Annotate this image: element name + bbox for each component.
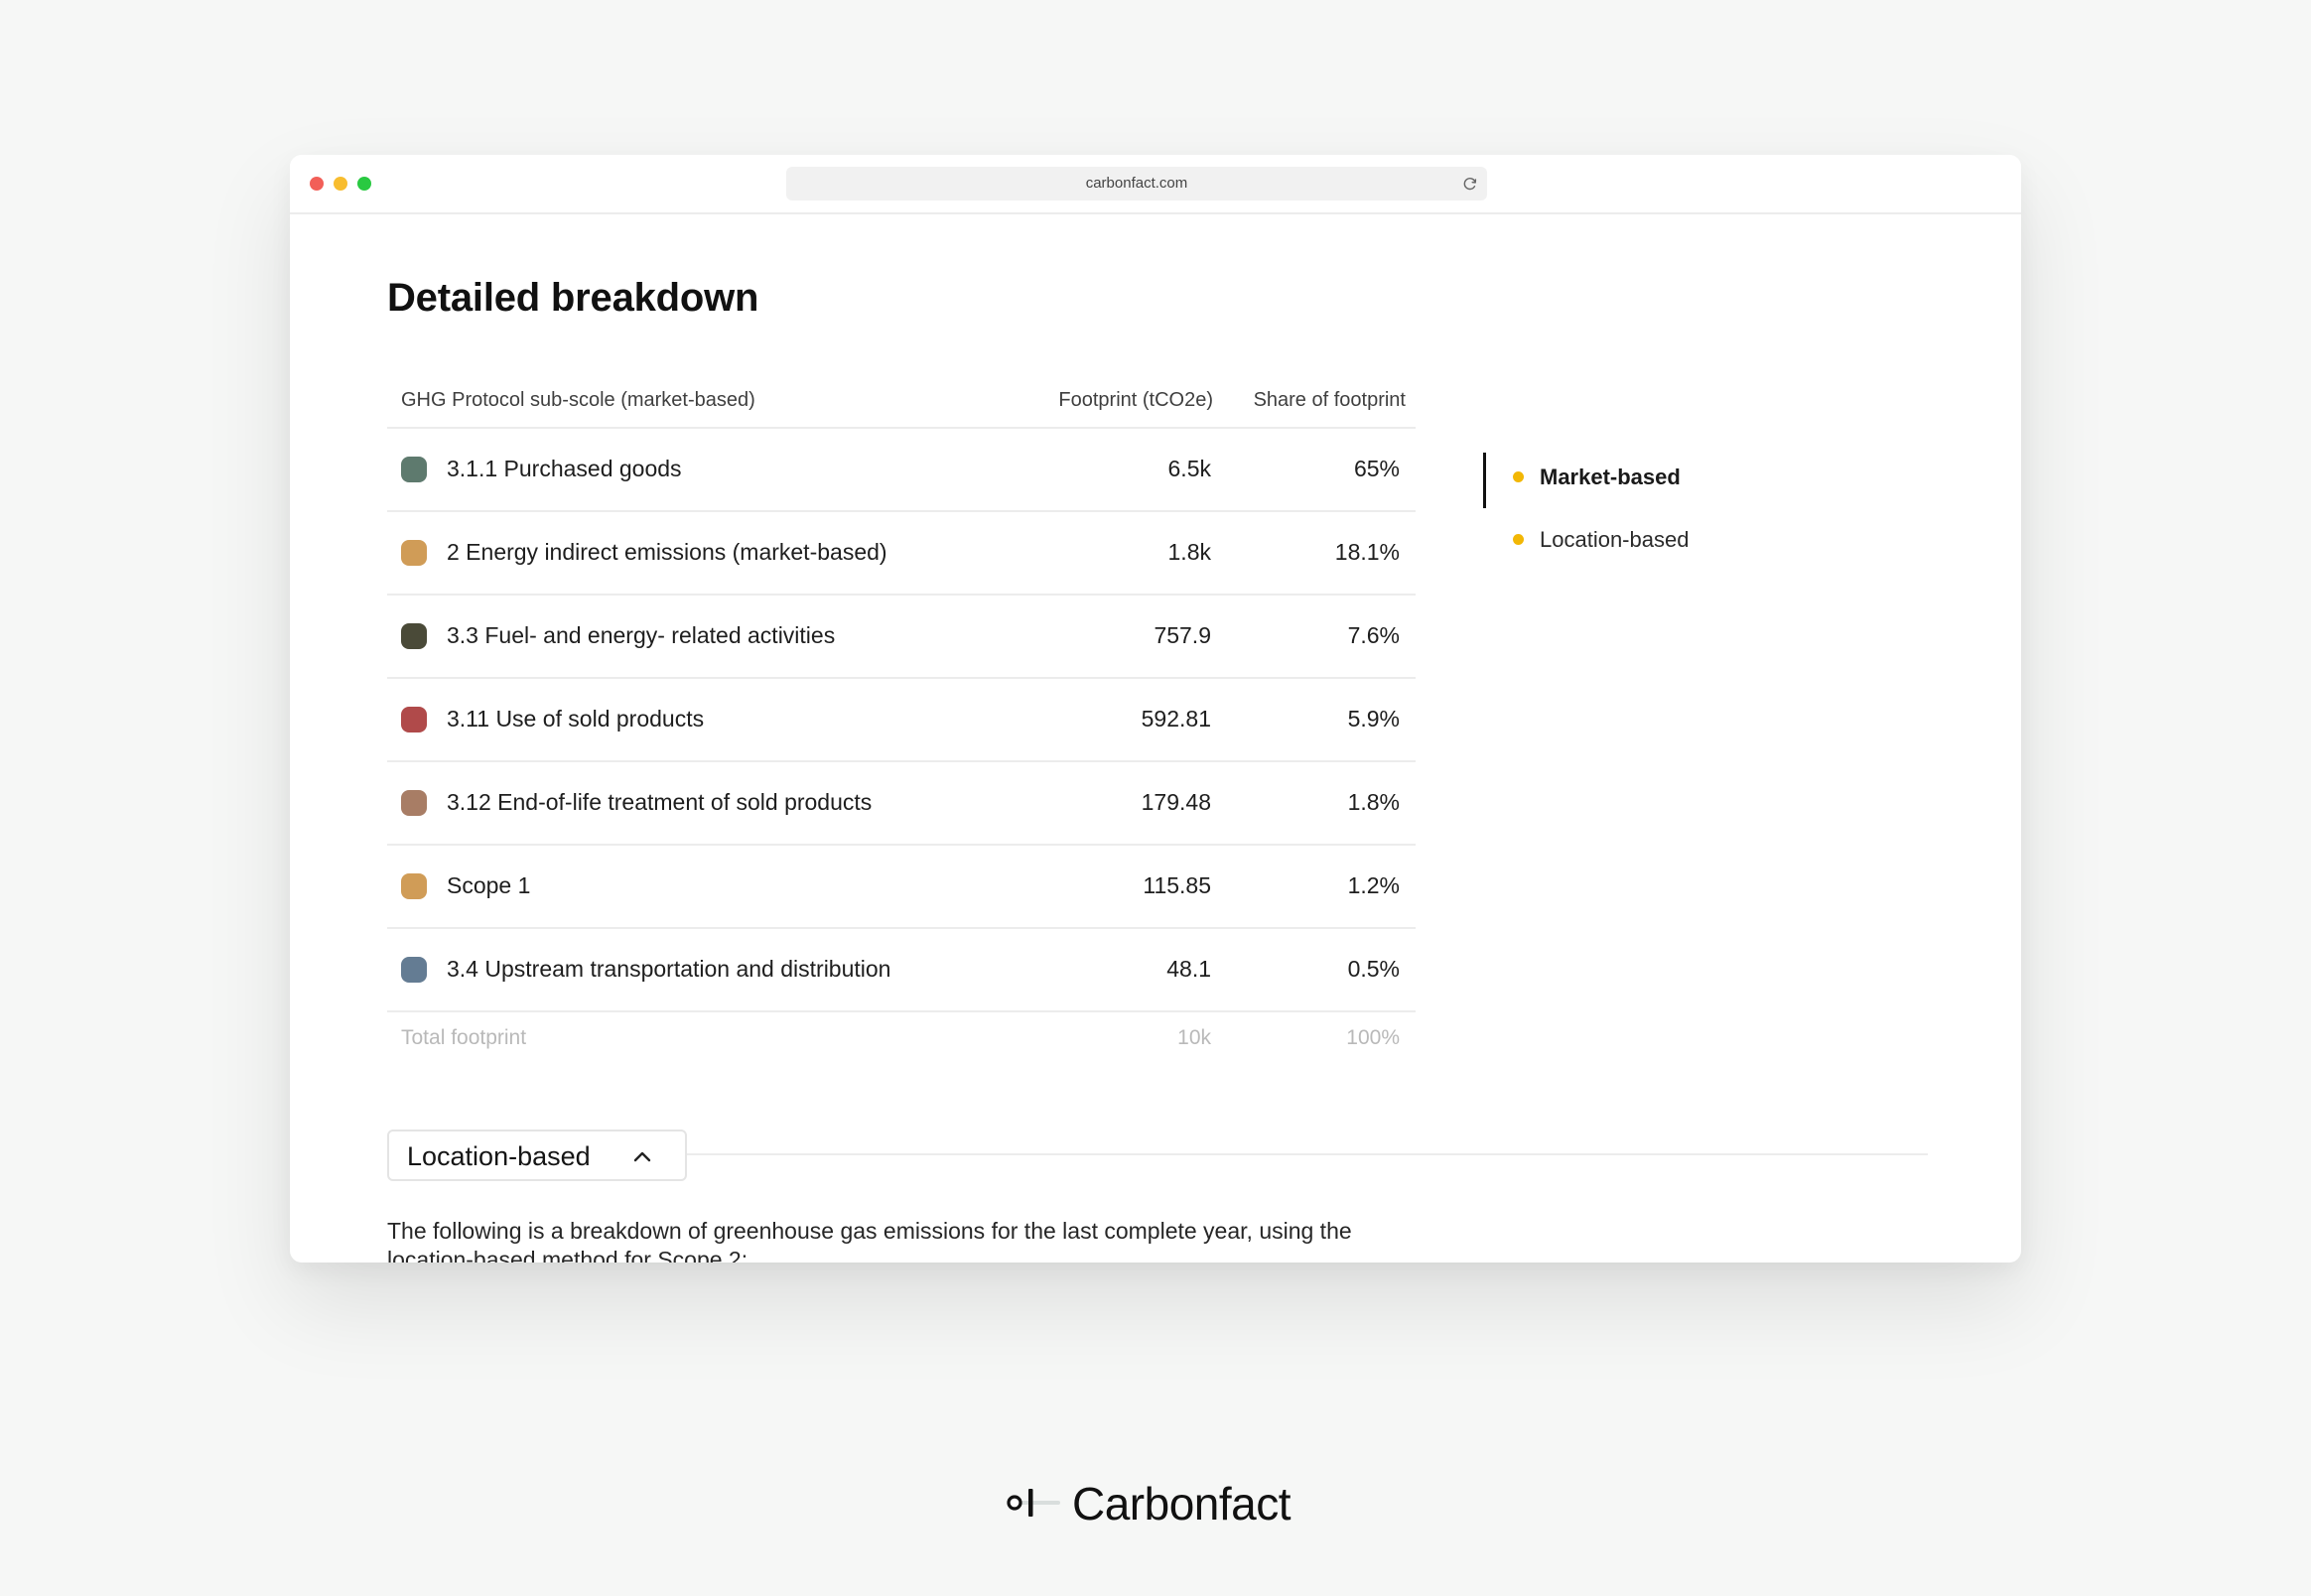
- category-color-swatch: [401, 790, 427, 816]
- total-footprint: 10k: [1177, 1026, 1211, 1049]
- browser-titlebar: carbonfact.com: [290, 155, 2021, 214]
- row-footprint-value: 1.8k: [1167, 539, 1211, 565]
- row-share-value: 1.8%: [1347, 789, 1400, 815]
- table-row[interactable]: Scope 1 115.85 1.2%: [387, 846, 1416, 929]
- active-indicator: [1483, 453, 1486, 508]
- browser-window: carbonfact.com Detailed breakdown GHG Pr…: [290, 155, 2021, 1263]
- reload-icon[interactable]: [1461, 175, 1479, 193]
- row-subscope-name: 3.12 End-of-life treatment of sold produ…: [447, 789, 873, 815]
- table-row[interactable]: 3.11 Use of sold products 592.81 5.9%: [387, 679, 1416, 762]
- table-total-row: Total footprint 10k 100%: [387, 1012, 1416, 1070]
- minimize-window-button[interactable]: [334, 177, 347, 191]
- row-subscope-name: 2 Energy indirect emissions (market-base…: [447, 539, 887, 565]
- table-row[interactable]: 3.4 Upstream transportation and distribu…: [387, 929, 1416, 1012]
- column-header-subscope: GHG Protocol sub-scole (market-based): [401, 389, 755, 411]
- row-share-value: 18.1%: [1334, 539, 1400, 565]
- table-header: GHG Protocol sub-scole (market-based) Fo…: [387, 369, 1416, 429]
- category-color-swatch: [401, 957, 427, 983]
- column-header-share: Share of footprint: [1253, 389, 1406, 411]
- row-footprint-value: 179.48: [1141, 789, 1211, 815]
- chevron-up-icon: [633, 1151, 651, 1162]
- row-share-value: 7.6%: [1347, 622, 1400, 648]
- row-subscope-name: Scope 1: [447, 872, 531, 898]
- side-nav-label: Location-based: [1540, 527, 1690, 552]
- row-share-value: 0.5%: [1347, 956, 1400, 982]
- table-row[interactable]: 3.12 End-of-life treatment of sold produ…: [387, 762, 1416, 846]
- bullet-icon: [1513, 470, 1524, 482]
- maximize-window-button[interactable]: [357, 177, 371, 191]
- close-window-button[interactable]: [310, 177, 324, 191]
- row-share-value: 1.2%: [1347, 872, 1400, 898]
- table-row[interactable]: 3.3 Fuel- and energy- related activities…: [387, 596, 1416, 679]
- category-color-swatch: [401, 457, 427, 482]
- total-label: Total footprint: [401, 1026, 527, 1049]
- side-nav-label: Market-based: [1540, 465, 1681, 489]
- category-color-swatch: [401, 707, 427, 732]
- row-footprint-value: 48.1: [1166, 956, 1211, 982]
- side-nav-market-based[interactable]: Market-based: [1513, 465, 1681, 490]
- category-color-swatch: [401, 873, 427, 899]
- address-bar[interactable]: carbonfact.com: [786, 167, 1487, 200]
- category-color-swatch: [401, 623, 427, 649]
- row-share-value: 65%: [1353, 456, 1400, 481]
- table-body: 3.1.1 Purchased goods 6.5k 65% 2 Energy ind…: [387, 429, 1416, 1012]
- toggle-label: Location-based: [407, 1141, 591, 1171]
- row-subscope-name: 3.4 Upstream transportation and distribu…: [447, 956, 891, 982]
- bullet-icon: [1513, 533, 1524, 545]
- row-footprint-value: 115.85: [1143, 872, 1211, 898]
- table-row[interactable]: 3.1.1 Purchased goods 6.5k 65%: [387, 429, 1416, 512]
- row-share-value: 5.9%: [1347, 706, 1400, 732]
- column-header-footprint: Footprint (tCO2e): [1058, 389, 1213, 411]
- table-row[interactable]: 2 Energy indirect emissions (market-base…: [387, 512, 1416, 596]
- section-description: The following is a breakdown of greenhou…: [387, 1218, 1352, 1263]
- row-footprint-value: 757.9: [1154, 622, 1211, 648]
- row-footprint-value: 592.81: [1141, 706, 1211, 732]
- total-share: 100%: [1346, 1026, 1400, 1049]
- category-color-swatch: [401, 540, 427, 566]
- row-subscope-name: 3.3 Fuel- and energy- related activities: [447, 622, 836, 648]
- brand-name: Carbonfact: [1072, 1478, 1291, 1530]
- row-footprint-value: 6.5k: [1167, 456, 1211, 481]
- url-text: carbonfact.com: [1085, 175, 1188, 192]
- page-title: Detailed breakdown: [387, 276, 759, 320]
- breakdown-table: GHG Protocol sub-scole (market-based) Fo…: [387, 369, 1416, 1070]
- carbonfact-logo-icon: [1007, 1489, 1060, 1517]
- row-subscope-name: 3.1.1 Purchased goods: [447, 456, 682, 481]
- location-based-toggle-button[interactable]: Location-based: [387, 1130, 687, 1181]
- side-nav-location-based[interactable]: Location-based: [1513, 527, 1689, 553]
- row-subscope-name: 3.11 Use of sold products: [447, 706, 705, 732]
